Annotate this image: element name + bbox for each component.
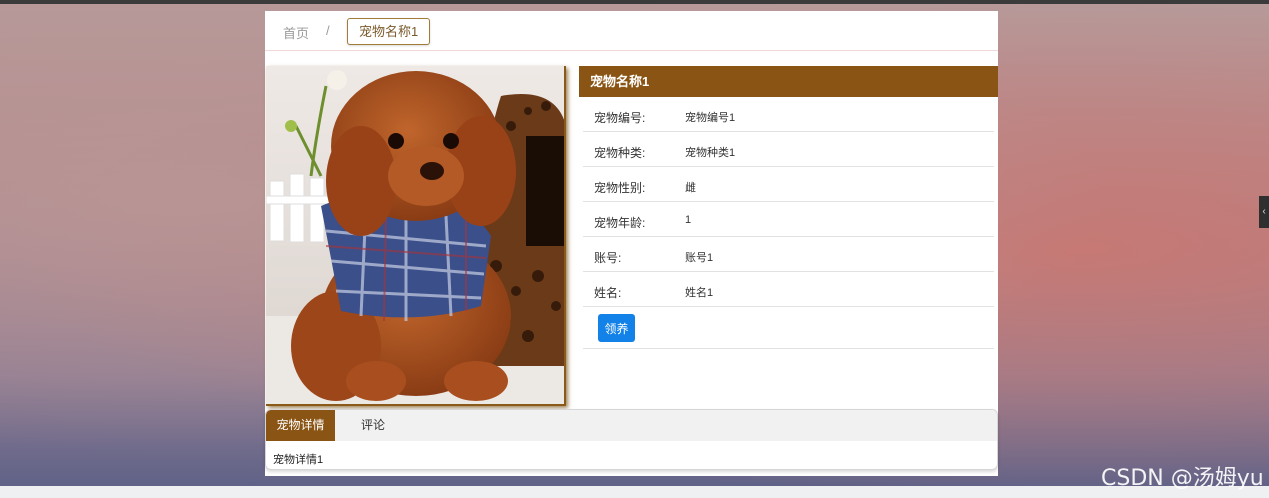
detail-tabs: 宠物详情 评论 宠物详情1	[265, 409, 998, 470]
pet-photo-image	[266, 66, 564, 404]
window-top-bar	[0, 0, 1269, 4]
side-collapse-handle[interactable]: ‹	[1259, 196, 1269, 228]
tab-content: 宠物详情1	[273, 454, 324, 466]
info-value: 宠物编号1	[685, 112, 736, 124]
info-value: 宠物种类1	[685, 147, 736, 159]
info-row-pet-gender: 宠物性别: 雌	[583, 167, 994, 202]
pet-info: 宠物名称1 宠物编号: 宠物编号1 宠物种类: 宠物种类1 宠物性别: 雌 宠物…	[579, 66, 998, 349]
bottom-strip	[0, 486, 1269, 498]
breadcrumb: 首页 / 宠物名称1	[265, 11, 998, 51]
adopt-button[interactable]: 领养	[598, 314, 635, 342]
info-label: 宠物种类:	[594, 146, 646, 160]
info-label: 姓名:	[594, 286, 622, 300]
info-row-account: 账号: 账号1	[583, 237, 994, 272]
breadcrumb-current[interactable]: 宠物名称1	[347, 18, 431, 45]
info-row-actions: 领养	[583, 307, 994, 349]
info-value: 1	[685, 214, 692, 226]
info-row-pet-number: 宠物编号: 宠物编号1	[583, 97, 994, 132]
info-row-pet-age: 宠物年龄: 1	[583, 202, 994, 237]
tab-pet-details[interactable]: 宠物详情	[266, 410, 335, 441]
pet-photo	[266, 66, 566, 406]
info-value: 姓名1	[685, 287, 714, 299]
info-label: 账号:	[594, 251, 622, 265]
info-value: 账号1	[685, 252, 714, 264]
pet-detail-panel: 首页 / 宠物名称1 宠物名称1 宠物编号: 宠物编号1 宠物种类: 宠物种类1…	[265, 11, 998, 476]
pet-info-table: 宠物编号: 宠物编号1 宠物种类: 宠物种类1 宠物性别: 雌 宠物年龄: 1 …	[583, 97, 994, 349]
breadcrumb-home-link[interactable]: 首页	[283, 23, 309, 42]
info-label: 宠物年龄:	[594, 216, 646, 230]
info-label: 宠物性别:	[594, 181, 646, 195]
info-value: 雌	[685, 182, 696, 194]
info-row-name: 姓名: 姓名1	[583, 272, 994, 307]
tabs-header: 宠物详情 评论	[266, 410, 997, 441]
breadcrumb-separator: /	[326, 23, 330, 38]
info-row-pet-type: 宠物种类: 宠物种类1	[583, 132, 994, 167]
info-label: 宠物编号:	[594, 111, 646, 125]
pet-name-title: 宠物名称1	[579, 66, 998, 97]
watermark-text: CSDN @汤姆yu	[1101, 466, 1264, 491]
tab-comments[interactable]: 评论	[346, 410, 400, 441]
